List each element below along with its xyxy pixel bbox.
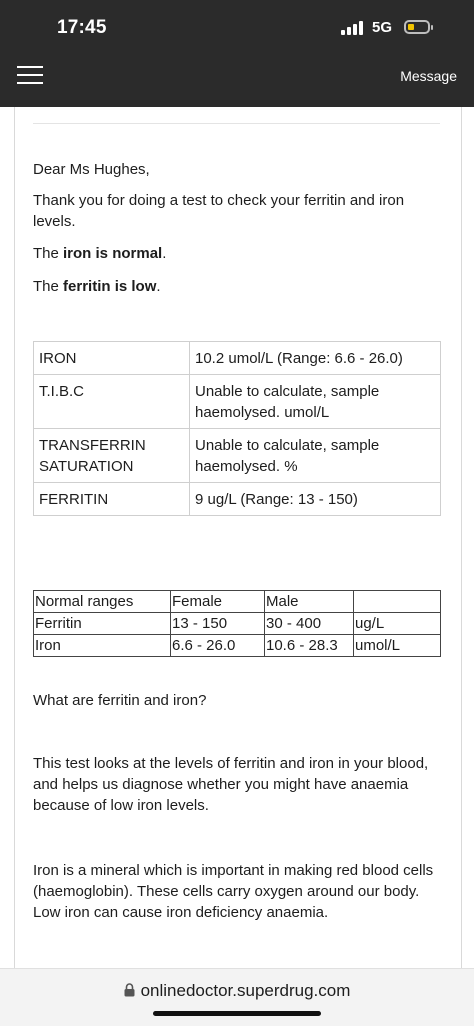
table-row: FERRITIN 9 ug/L (Range: 13 - 150) [33, 482, 441, 516]
lock-icon [124, 982, 135, 1002]
network-type: 5G [372, 19, 393, 36]
home-indicator[interactable] [153, 1011, 321, 1016]
hamburger-menu-icon[interactable] [17, 66, 43, 84]
table-row: Iron 6.6 - 26.0 10.6 - 28.3 umol/L [33, 634, 441, 657]
iron-status-bold: iron is normal [63, 245, 163, 262]
result-label: TRANSFERRIN SATURATION [33, 428, 190, 483]
table-cell: 30 - 400 [264, 612, 354, 635]
table-header-row: Normal ranges Female Male [33, 590, 441, 613]
ferritin-status-suffix: . [156, 278, 161, 295]
table-cell: 13 - 150 [170, 612, 265, 635]
header-cell: Female [170, 590, 265, 613]
info-question: What are ferritin and iron? [33, 692, 207, 709]
table-cell: Iron [33, 634, 171, 657]
info-paragraph-1: This test looks at the levels of ferriti… [33, 755, 429, 814]
normal-ranges-table: Normal ranges Female Male Ferritin 13 - … [33, 590, 441, 657]
letter-card [14, 107, 462, 973]
info-paragraph-2: Iron is a mineral which is important in … [33, 862, 434, 921]
results-table: IRON 10.2 umol/L (Range: 6.6 - 26.0) T.I… [33, 341, 441, 516]
table-row: Ferritin 13 - 150 30 - 400 ug/L [33, 612, 441, 635]
result-label: T.I.B.C [33, 374, 190, 429]
divider [33, 123, 440, 124]
result-value: 10.2 umol/L (Range: 6.6 - 26.0) [189, 341, 441, 375]
result-label: FERRITIN [33, 482, 190, 516]
battery-icon [404, 20, 433, 34]
url-display[interactable]: onlinedoctor.superdrug.com [0, 981, 474, 1002]
signal-strength-icon [341, 21, 367, 35]
ferritin-status-bold: ferritin is low [63, 278, 157, 295]
table-cell: Ferritin [33, 612, 171, 635]
result-value: Unable to calculate, sample haemolysed. … [189, 428, 441, 483]
ferritin-status-prefix: The [33, 278, 64, 295]
table-row: TRANSFERRIN SATURATION Unable to calcula… [33, 428, 441, 483]
message-button[interactable]: Message [400, 68, 457, 84]
table-cell: umol/L [353, 634, 441, 657]
url-text: onlinedoctor.superdrug.com [140, 981, 351, 1000]
browser-url-bar[interactable]: onlinedoctor.superdrug.com [0, 968, 474, 1026]
header-cell [353, 590, 441, 613]
table-cell: 10.6 - 28.3 [264, 634, 354, 657]
table-row: T.I.B.C Unable to calculate, sample haem… [33, 374, 441, 429]
status-time: 17:45 [57, 17, 107, 38]
iron-status: The iron is normal. [33, 243, 441, 264]
letter-greeting: Dear Ms Hughes, [33, 161, 150, 178]
letter-intro: Thank you for doing a test to check your… [33, 192, 405, 230]
iron-status-suffix: . [162, 245, 167, 262]
table-row: IRON 10.2 umol/L (Range: 6.6 - 26.0) [33, 341, 441, 375]
table-cell: 6.6 - 26.0 [170, 634, 265, 657]
header-cell: Normal ranges [33, 590, 171, 613]
ferritin-status: The ferritin is low. [33, 276, 441, 297]
top-bar: 17:45 5G Message [0, 0, 474, 107]
header-cell: Male [264, 590, 354, 613]
iron-status-prefix: The [33, 245, 64, 262]
result-label: IRON [33, 341, 190, 375]
table-cell: ug/L [353, 612, 441, 635]
result-value: Unable to calculate, sample haemolysed. … [189, 374, 441, 429]
result-value: 9 ug/L (Range: 13 - 150) [189, 482, 441, 516]
